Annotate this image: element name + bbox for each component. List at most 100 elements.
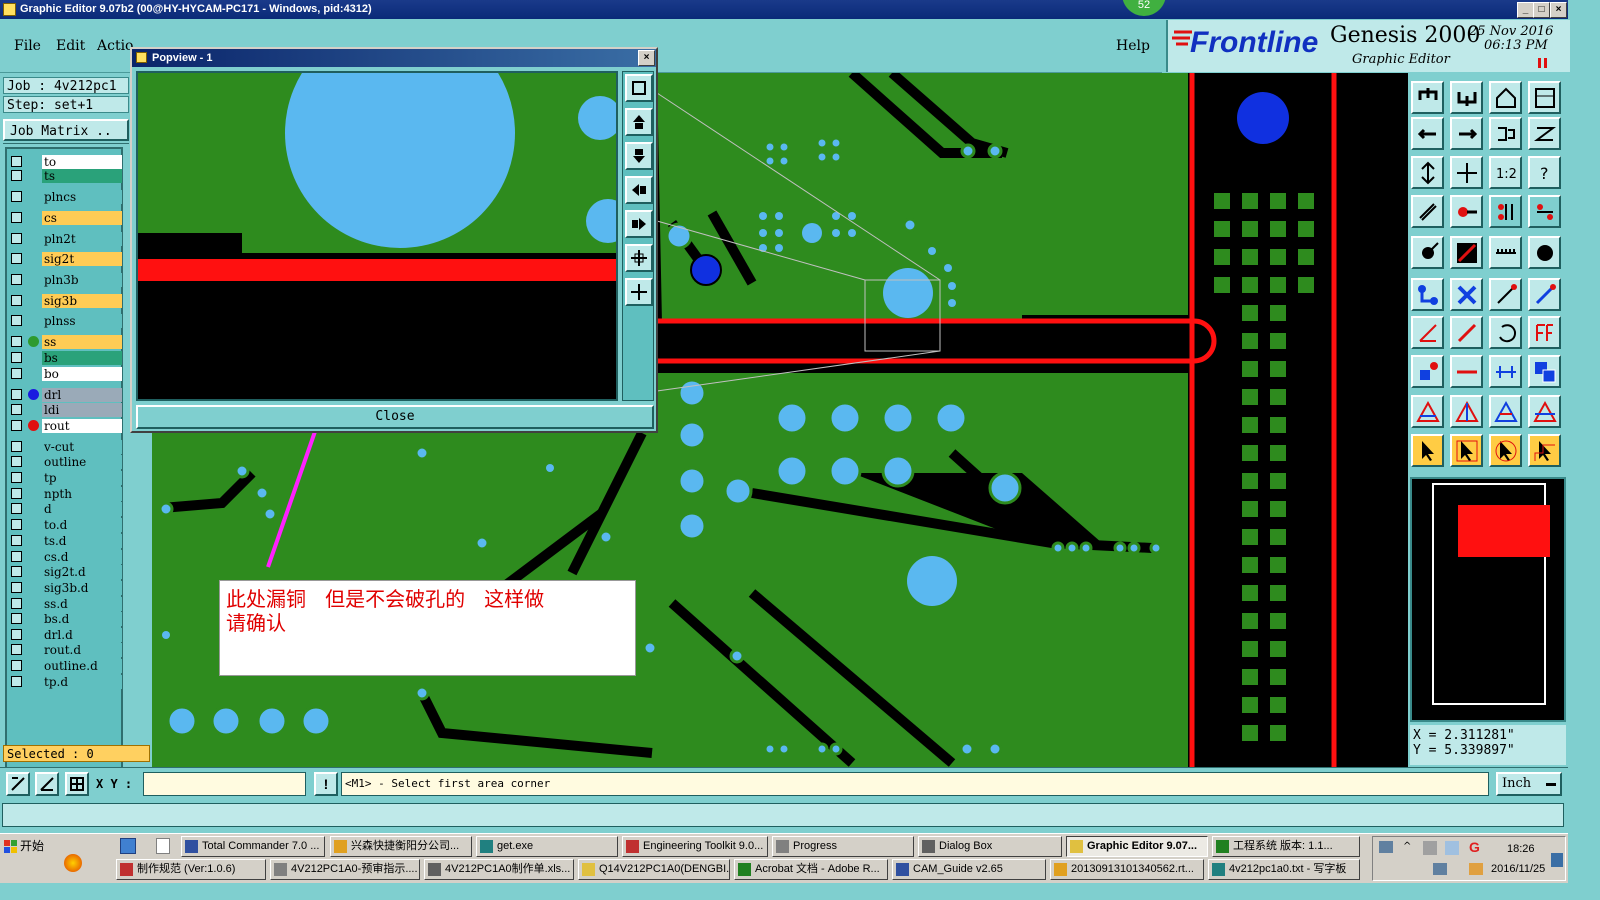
taskbar-item[interactable]: CAM_Guide v2.65 (892, 859, 1046, 880)
layer-name[interactable]: outline.d (42, 659, 122, 673)
layer-checkbox[interactable] (11, 676, 22, 687)
layer-name[interactable]: bs (42, 351, 122, 365)
layer-name[interactable]: sig2t.d (42, 565, 122, 579)
layer-row-to[interactable]: to (9, 155, 123, 169)
line-end-button[interactable] (1528, 278, 1561, 311)
layer-checkbox[interactable] (11, 456, 22, 467)
taskbar-item[interactable]: Engineering Toolkit 9.0... (622, 836, 768, 857)
layer-name[interactable]: plnss (42, 314, 122, 328)
layer-row-rout[interactable]: rout (9, 419, 123, 433)
connect-button[interactable] (1411, 278, 1444, 311)
layer-row-ldi[interactable]: ldi (9, 403, 123, 417)
layer-name[interactable]: sig2t (42, 252, 122, 266)
layer-checkbox[interactable] (11, 551, 22, 562)
layer-row-d[interactable]: d (9, 502, 123, 516)
layer-checkbox[interactable] (11, 598, 22, 609)
layer-checkbox[interactable] (11, 582, 22, 593)
pad-corner-button[interactable] (1411, 355, 1444, 388)
font-button[interactable] (1528, 316, 1561, 349)
layer-name[interactable]: pln3b (42, 273, 122, 287)
layer-name[interactable]: to (42, 155, 122, 169)
layer-name[interactable]: ss.d (42, 597, 122, 611)
layer-checkbox[interactable] (11, 274, 22, 285)
pen-button[interactable] (1411, 195, 1444, 228)
maximize-button[interactable]: □ (1533, 2, 1550, 18)
layer-checkbox[interactable] (11, 352, 22, 363)
tray-expand-icon[interactable]: ^ (1403, 841, 1413, 853)
layer-row-ss[interactable]: ss (9, 335, 123, 349)
taskbar-item[interactable]: get.exe (476, 836, 618, 857)
taskbar-item[interactable]: 4V212PC1A0-预审指示.... (270, 859, 420, 880)
layer-checkbox[interactable] (11, 368, 22, 379)
taskbar-item[interactable]: 4V212PC1A0制作单.xls... (424, 859, 574, 880)
tray-volume-icon[interactable] (1433, 863, 1447, 875)
help-button[interactable]: ? (1528, 156, 1561, 189)
diagonal-button[interactable] (1450, 316, 1483, 349)
layer-row-rout-d[interactable]: rout.d (9, 643, 123, 657)
one-to-two-button[interactable]: 1:2 (1489, 156, 1522, 189)
layer-checkbox[interactable] (11, 660, 22, 671)
home-button[interactable] (1489, 81, 1522, 114)
step-left-button[interactable] (1411, 117, 1444, 150)
menu-help[interactable]: Help (1116, 38, 1150, 54)
fit-both-button[interactable] (1450, 156, 1483, 189)
layer-name[interactable]: ss (42, 335, 122, 349)
overview-view-rectangle[interactable] (1458, 505, 1550, 557)
pointer-button[interactable] (1411, 434, 1444, 467)
layer-checkbox[interactable] (11, 535, 22, 546)
layer-checkbox[interactable] (11, 472, 22, 483)
exclamation-button[interactable]: ! (314, 772, 338, 796)
units-selector[interactable]: Inch (1496, 772, 1562, 796)
menu-actions[interactable]: Actio (97, 38, 133, 54)
move-down-layer-button[interactable] (1450, 81, 1483, 114)
select-box-button[interactable] (1489, 434, 1522, 467)
layer-row-plnss[interactable]: plnss (9, 314, 123, 328)
layer-row-cs[interactable]: cs (9, 211, 123, 225)
layer-checkbox[interactable] (11, 441, 22, 452)
triangle-a-button[interactable] (1450, 395, 1483, 428)
layer-checkbox[interactable] (11, 566, 22, 577)
layer-name[interactable]: sig3b.d (42, 581, 122, 595)
layer-checkbox[interactable] (11, 156, 22, 167)
layer-checkbox[interactable] (11, 212, 22, 223)
layer-name[interactable]: rout (42, 419, 122, 433)
popview-pan-down-button[interactable] (625, 142, 653, 170)
select-path-button[interactable] (1528, 434, 1561, 467)
taskbar-item[interactable]: Dialog Box (918, 836, 1062, 857)
popview-pan-up-button[interactable] (625, 108, 653, 136)
select-arrow-button[interactable] (1450, 434, 1483, 467)
horizontal-line-button[interactable] (1450, 355, 1483, 388)
layer-row-to-d[interactable]: to.d (9, 518, 123, 532)
move-up-layer-button[interactable] (1411, 81, 1444, 114)
popview-dialog[interactable]: Popview - 1 × Close (130, 47, 658, 433)
layer-checkbox[interactable] (11, 629, 22, 640)
popview-close-button[interactable]: Close (136, 405, 654, 429)
layer-name[interactable]: ts (42, 169, 122, 183)
popview-zoom-fit-button[interactable] (625, 74, 653, 102)
job-matrix-button[interactable]: Job Matrix .. (3, 119, 129, 141)
taskbar-item[interactable]: Q14V212PC1A0(DENGBI... (578, 859, 730, 880)
layer-row-bs[interactable]: bs (9, 351, 123, 365)
taskbar-item[interactable]: Total Commander 7.0 ... (181, 836, 325, 857)
drill-grid-button[interactable] (1528, 195, 1561, 228)
layer-checkbox[interactable] (11, 315, 22, 326)
layer-row-ts-d[interactable]: ts.d (9, 534, 123, 548)
layer-row-pln3b[interactable]: pln3b (9, 273, 123, 287)
layer-checkbox[interactable] (11, 613, 22, 624)
layer-row-sig3b-d[interactable]: sig3b.d (9, 581, 123, 595)
layer-row-tp-d[interactable]: tp.d (9, 675, 123, 689)
layer-checkbox[interactable] (11, 503, 22, 514)
layer-checkbox[interactable] (11, 404, 22, 415)
layer-name[interactable]: cs (42, 211, 122, 225)
snap-mode-button[interactable] (6, 772, 30, 796)
taskbar-item[interactable]: 兴森快捷衡阳分公司... (330, 836, 472, 857)
minimize-button[interactable]: _ (1517, 2, 1534, 18)
layer-row-outline[interactable]: outline (9, 455, 123, 469)
layer-row-sig2t-d[interactable]: sig2t.d (9, 565, 123, 579)
undo-arc-button[interactable] (1489, 316, 1522, 349)
route-button[interactable] (1528, 117, 1561, 150)
layer-name[interactable]: npth (42, 487, 122, 501)
layer-row-bs-d[interactable]: bs.d (9, 612, 123, 626)
layer-name[interactable]: tp.d (42, 675, 122, 689)
triangle-warning-button[interactable] (1411, 395, 1444, 428)
